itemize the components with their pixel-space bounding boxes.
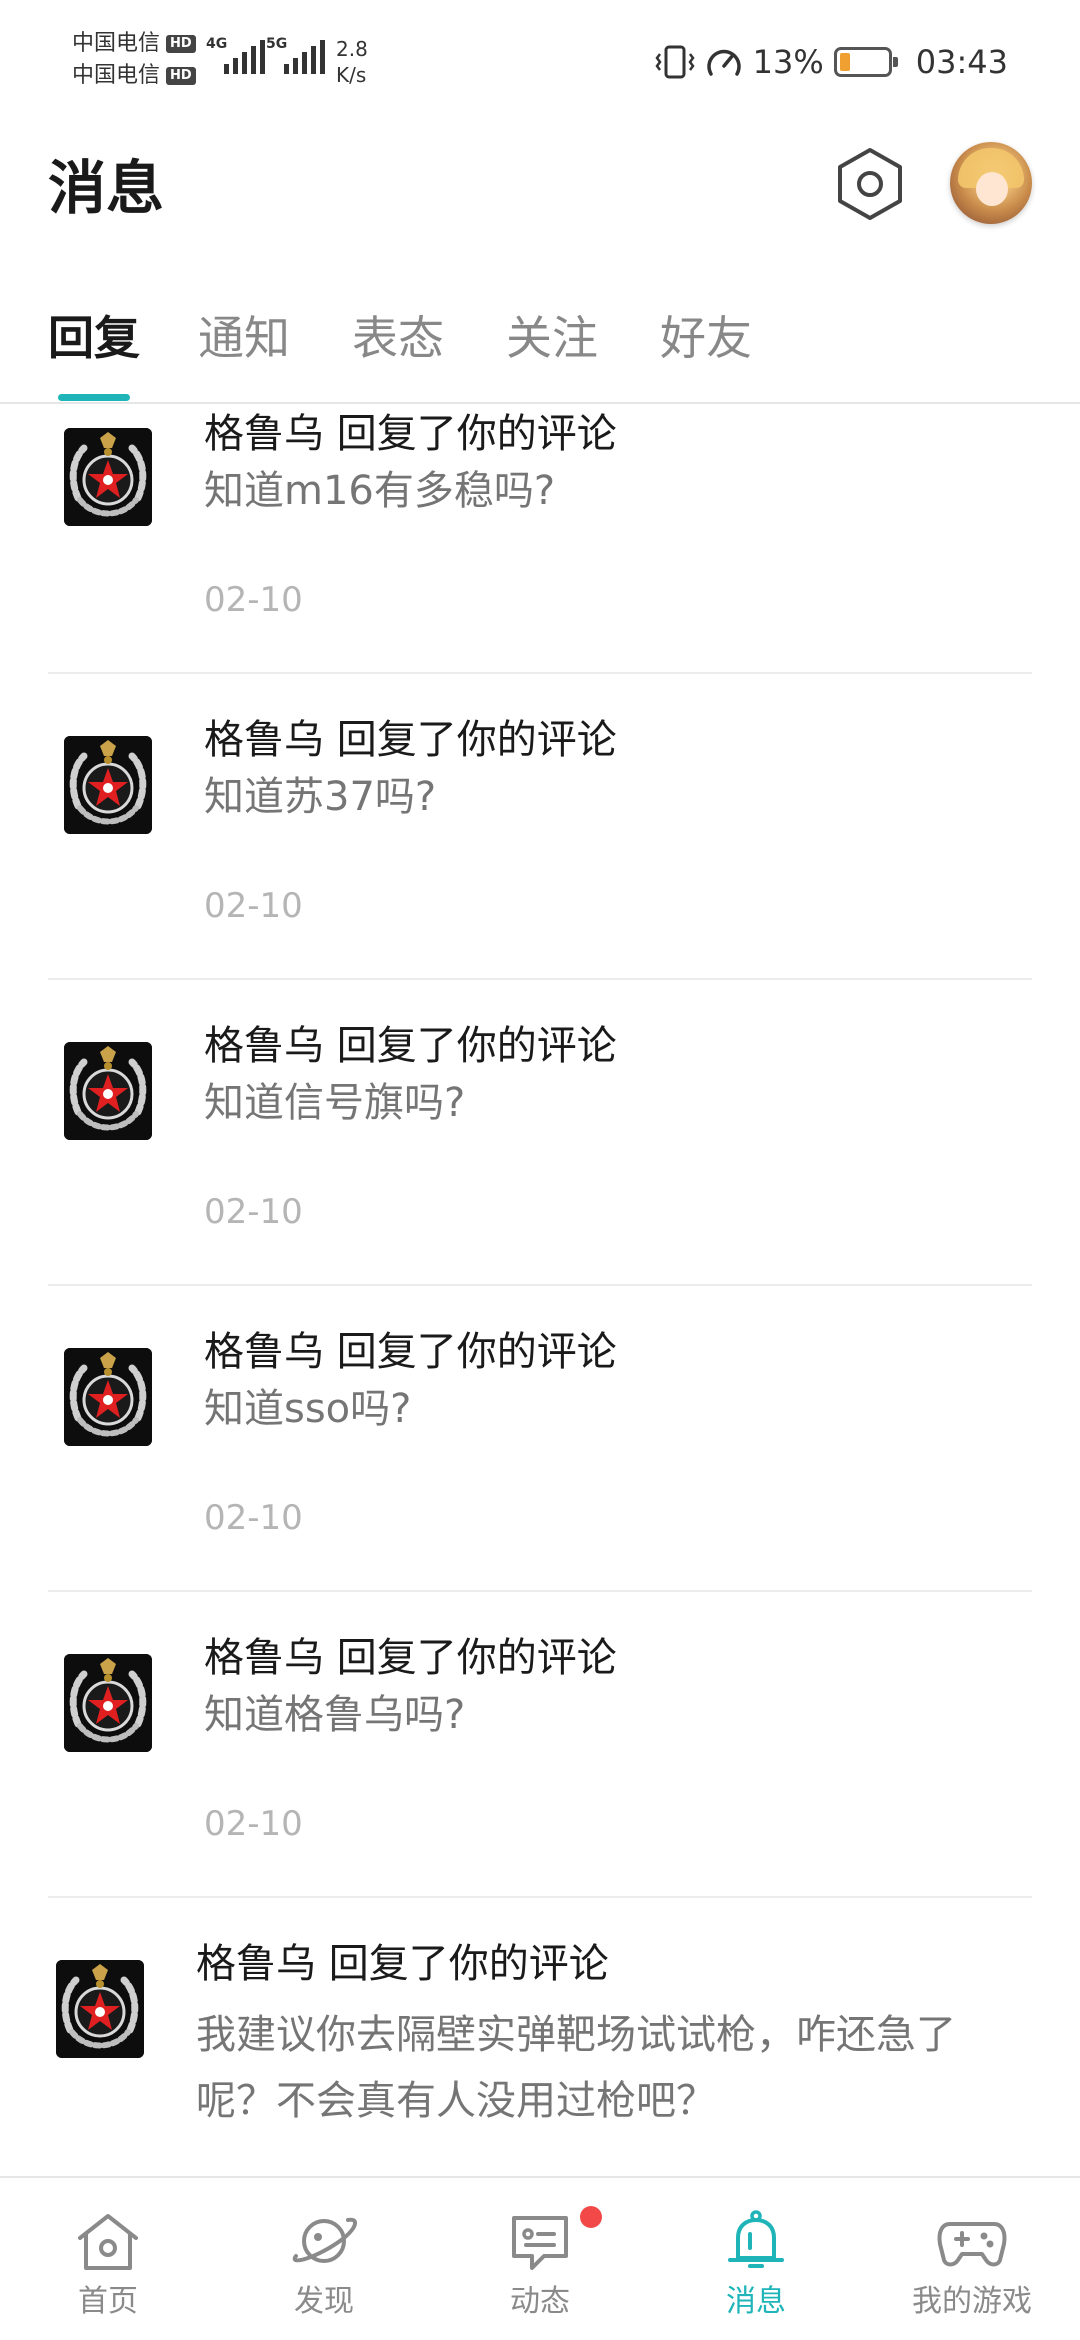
reply-date: 02-10 (204, 580, 303, 620)
gamepad-icon (937, 2222, 1007, 2267)
sender-avatar[interactable] (64, 1348, 152, 1446)
sender-avatar[interactable] (56, 1960, 144, 2058)
clock: 03:43 (915, 43, 1008, 81)
notification-badge (580, 2206, 602, 2228)
reply-date: 02-10 (204, 1192, 303, 1232)
reply-item[interactable]: 格鲁乌 回复了你的评论 知道m16有多稳吗? 02-10 (48, 406, 1032, 674)
nav-messages[interactable]: 消息 (648, 2178, 864, 2340)
reply-item[interactable]: 格鲁乌 回复了你的评论 我建议你去隔壁实弹靶场试试枪，咋还急了呢？不会真有人没用… (40, 1898, 1024, 2176)
reply-title: 格鲁乌 回复了你的评论 (204, 411, 617, 457)
message-tabs: 回复 通知 表态 关注 好友 (0, 300, 1080, 404)
reply-date: 02-10 (204, 886, 303, 926)
tab-notice[interactable]: 通知 (198, 308, 290, 368)
reply-date: 02-10 (204, 1804, 303, 1844)
reply-text: 知道m16有多稳吗? (204, 468, 556, 514)
reply-text: 知道信号旗吗? (204, 1080, 466, 1126)
reply-item[interactable]: 格鲁乌 回复了你的评论 知道信号旗吗? 02-10 (48, 980, 1032, 1286)
carrier-2: 中国电信 (72, 63, 161, 88)
battery-percent: 13% (752, 43, 824, 81)
sender-avatar[interactable] (64, 1654, 152, 1752)
page-title: 消息 (48, 154, 165, 222)
nav-label: 消息 (726, 2284, 786, 2319)
settings-button[interactable] (832, 146, 908, 222)
sender-avatar[interactable] (64, 736, 152, 834)
speedometer-icon (706, 49, 741, 76)
hd-badge: HD (166, 67, 196, 85)
reply-item[interactable]: 格鲁乌 回复了你的评论 知道格鲁乌吗? 02-10 (48, 1592, 1032, 1898)
hd-badge: HD (166, 35, 196, 53)
user-avatar[interactable] (950, 142, 1032, 224)
tab-reply[interactable]: 回复 (48, 308, 140, 368)
reply-list: 格鲁乌 回复了你的评论 知道m16有多稳吗? 02-10 格鲁乌 回复了你的评论… (0, 406, 1080, 2176)
bell-icon (728, 2210, 784, 2268)
emblem-avatar-image (64, 1654, 152, 1752)
reply-text: 知道苏37吗? (204, 774, 437, 820)
nav-label: 我的游戏 (912, 2284, 1032, 2319)
bottom-navigation: 首页 发现 动态 消息 我的游戏 (0, 2176, 1080, 2340)
reply-title: 格鲁乌 回复了你的评论 (196, 1941, 609, 1987)
tab-reaction[interactable]: 表态 (352, 308, 444, 368)
carrier-1: 中国电信 (72, 31, 161, 56)
emblem-avatar-image (64, 1042, 152, 1140)
nav-feed[interactable]: 动态 (432, 2178, 648, 2340)
planet-icon (292, 2217, 357, 2263)
battery-icon (833, 47, 898, 77)
tab-friends[interactable]: 好友 (660, 308, 752, 368)
nav-label: 首页 (78, 2284, 138, 2319)
network-speed: 2.8 K/s (336, 37, 368, 87)
reply-item[interactable]: 格鲁乌 回复了你的评论 知道sso吗? 02-10 (48, 1286, 1032, 1592)
reply-text: 我建议你去隔壁实弹靶场试试枪，咋还急了呢？不会真有人没用过枪吧？ (196, 2012, 956, 2124)
nav-home[interactable]: 首页 (0, 2178, 216, 2340)
reply-text: 知道格鲁乌吗? (204, 1692, 466, 1738)
reply-title: 格鲁乌 回复了你的评论 (204, 1635, 617, 1681)
emblem-avatar-image (64, 428, 152, 526)
sender-avatar[interactable] (64, 428, 152, 526)
nav-label: 发现 (294, 2284, 354, 2319)
settings-hexagon-icon (838, 148, 902, 220)
emblem-avatar-image (64, 1348, 152, 1446)
emblem-avatar-image (64, 736, 152, 834)
status-bar: 中国电信 HD 中国电信 HD 4G 5G 2.8 K/s 13% 03:43 (0, 0, 1080, 120)
nav-my-games[interactable]: 我的游戏 (864, 2178, 1080, 2340)
sender-avatar[interactable] (64, 1042, 152, 1140)
reply-title: 格鲁乌 回复了你的评论 (204, 1023, 617, 1069)
home-icon (78, 2214, 138, 2270)
reply-text: 知道sso吗? (204, 1386, 412, 1432)
nav-label: 动态 (510, 2284, 570, 2319)
nav-discover[interactable]: 发现 (216, 2178, 432, 2340)
tab-follow[interactable]: 关注 (506, 308, 598, 368)
reply-title: 格鲁乌 回复了你的评论 (204, 1329, 617, 1375)
reply-title: 格鲁乌 回复了你的评论 (204, 717, 617, 763)
emblem-avatar-image (56, 1960, 144, 2058)
carrier-info: 中国电信 HD 中国电信 HD (72, 28, 196, 92)
reply-item[interactable]: 格鲁乌 回复了你的评论 知道苏37吗? 02-10 (48, 674, 1032, 980)
chat-icon (512, 2216, 568, 2270)
vibrate-icon (655, 45, 695, 79)
reply-date: 02-10 (204, 1498, 303, 1538)
tab-indicator (58, 394, 130, 401)
